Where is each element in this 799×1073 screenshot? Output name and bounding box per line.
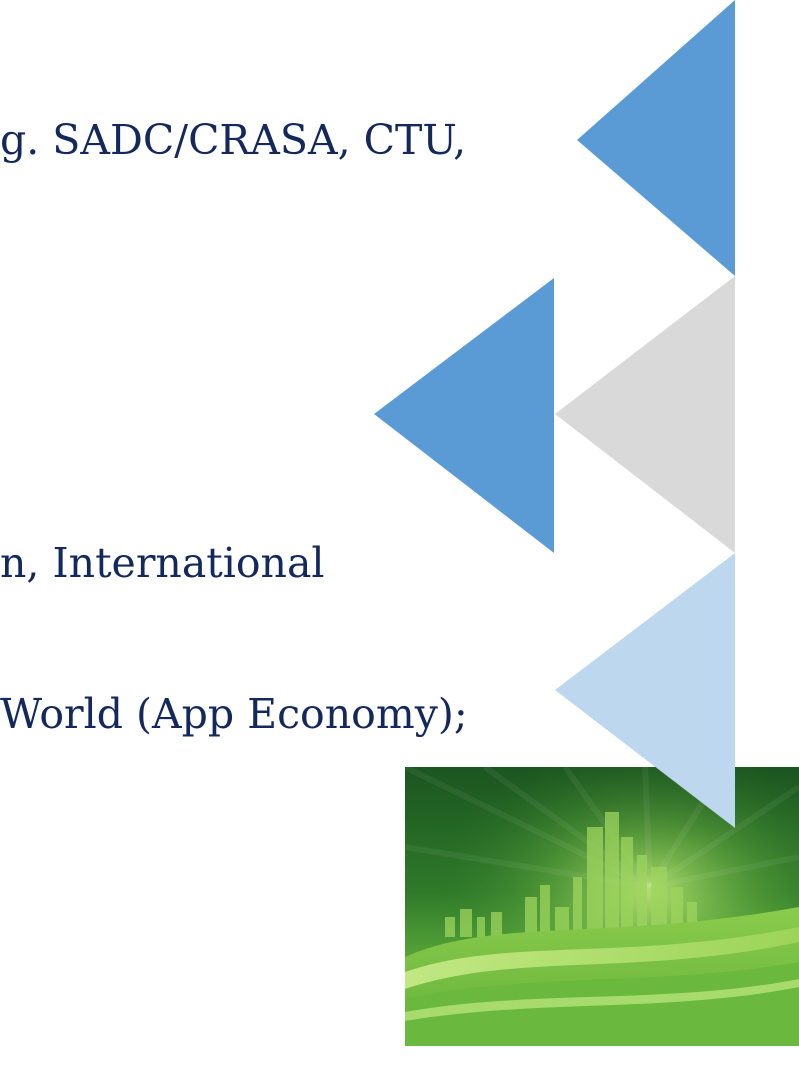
triangle-grey-right [555,276,735,553]
triangle-blue-middle [374,278,554,553]
triangle-blue-top-right [577,0,735,276]
green-city-banner-image [405,767,799,1046]
slide-text-line-1: g. SADC/CRASA, CTU, [0,116,467,164]
slide-text-line-2: n, International [0,539,325,587]
slide-text-line-3: World (App Economy); [0,690,468,738]
